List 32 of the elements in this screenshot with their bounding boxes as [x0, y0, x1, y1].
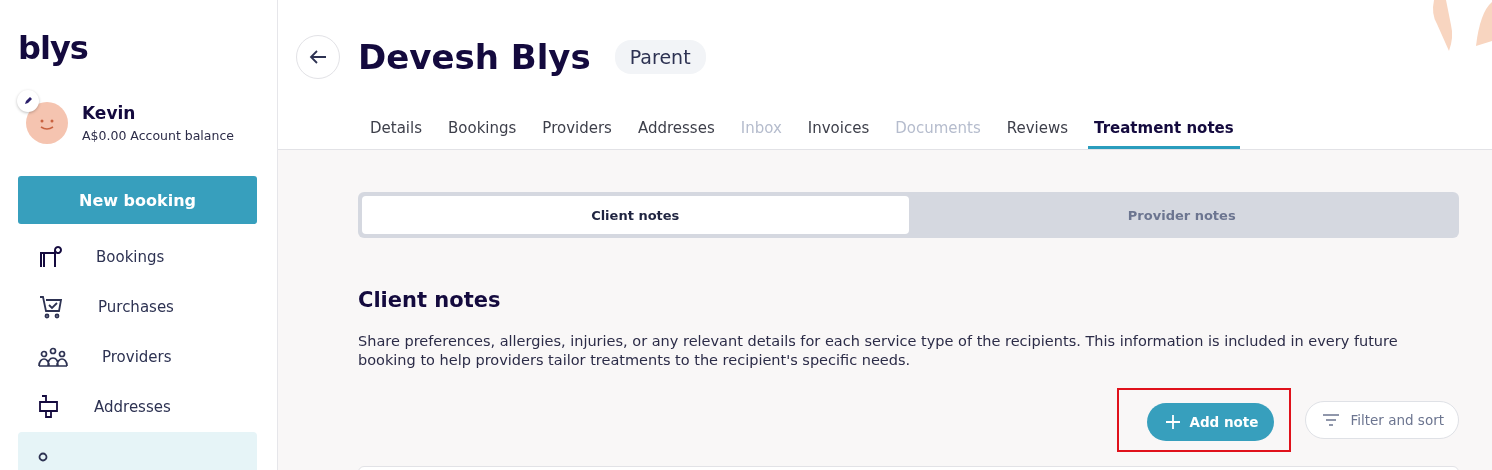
sidebar-item[interactable]: Providers [18, 332, 257, 382]
sidebar-item[interactable]: Addresses [18, 382, 257, 432]
filter-sort-button[interactable]: Filter and sort [1305, 401, 1459, 439]
edit-avatar-button[interactable] [17, 90, 39, 112]
segment-tab[interactable]: Client notes [362, 196, 909, 234]
tab[interactable]: Details [364, 119, 428, 149]
user-name: Kevin [82, 103, 137, 123]
tab[interactable]: Reviews [1000, 119, 1075, 149]
tab[interactable]: Bookings [442, 119, 523, 149]
tab[interactable]: Providers [536, 119, 618, 149]
section-title: Client notes [358, 288, 502, 312]
role-tag: Parent [614, 40, 706, 74]
sidebar-item[interactable]: Bookings [18, 232, 257, 282]
pencil-icon [23, 96, 33, 106]
gate-icon [38, 245, 62, 269]
leaf-drawing [1430, 0, 1492, 52]
avatar-face-icon [26, 102, 68, 144]
filter-icon [1322, 413, 1341, 427]
person-icon [38, 452, 48, 462]
account-balance: A$0.00 Account balance [82, 128, 234, 143]
section-description: Share preferences, allergies, injuries, or any relevant details for each service type of the recipients. This information is included in every future booking to help providers tailor treatments to the recipient's specific needs. [358, 332, 1399, 370]
page-title: Devesh Blys [358, 37, 591, 77]
tab[interactable]: Invoices [801, 119, 876, 149]
mailbox-icon [38, 394, 60, 420]
back-button[interactable] [296, 35, 340, 79]
blys-logo[interactable]: blys [18, 32, 88, 64]
sidebar-item[interactable]: Purchases [18, 282, 257, 332]
plus-icon [1165, 414, 1182, 430]
people-icon [38, 345, 68, 369]
cart-icon [38, 294, 64, 320]
back-arrow-icon [309, 49, 327, 65]
tab[interactable]: Addresses [631, 119, 721, 149]
